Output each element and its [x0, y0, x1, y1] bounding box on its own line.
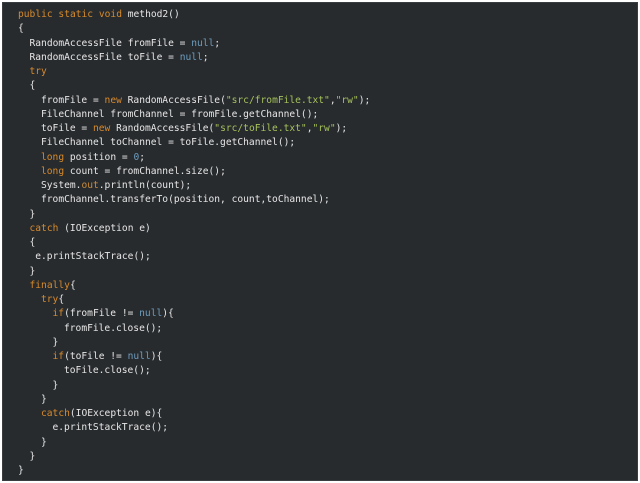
code-token: long [41, 151, 70, 163]
code-token: try [41, 294, 59, 305]
code-line[interactable]: finally{ [18, 279, 370, 293]
code-token: e.printStackTrace(); [52, 422, 169, 434]
code-line[interactable]: } [18, 379, 370, 393]
code-token: { [29, 80, 36, 92]
code-line[interactable]: RandomAccessFile toFile = null; [18, 51, 370, 65]
code-line[interactable]: try [18, 65, 370, 79]
code-line[interactable]: e.printStackTrace(); [18, 421, 370, 435]
code-token: ; [139, 151, 145, 163]
code-token: method2() [127, 9, 180, 20]
code-line[interactable]: } [18, 208, 370, 222]
code-token: position = [69, 151, 134, 163]
code-token: null [127, 351, 151, 362]
code-token: } [29, 265, 36, 277]
code-token: fromChannel.transferTo(position, count,t… [41, 194, 330, 206]
code-token: RandomAccessFile( [127, 94, 226, 106]
code-token: ; [202, 51, 209, 63]
code-token: .println(count); [98, 180, 192, 191]
code-token: RandomAccessFile( [116, 123, 215, 134]
code-token: { [18, 23, 24, 35]
code-line[interactable]: toFile.close(); [18, 364, 370, 378]
code-line[interactable]: } [18, 450, 370, 464]
code-token: FileChannel toChannel = toFile.getChanne… [41, 137, 296, 149]
code-line[interactable]: catch(IOException e){ [18, 407, 370, 421]
code-line[interactable]: try{ [18, 293, 370, 307]
code-line[interactable]: public static void method2() [18, 8, 370, 22]
code-line[interactable]: } [18, 464, 370, 478]
code-token: new [92, 123, 117, 134]
code-token: ){ [150, 351, 163, 362]
code-editor[interactable]: public static void method2(){RandomAcces… [2, 2, 638, 481]
code-token: } [18, 465, 24, 476]
code-line[interactable]: FileChannel fromChannel = fromFile.getCh… [18, 108, 370, 122]
code-token: RandomAccessFile toFile = [29, 51, 180, 63]
code-token: } [52, 336, 59, 348]
code-line[interactable]: if(fromFile != null){ [18, 307, 370, 321]
code-token: (fromFile != [64, 308, 140, 320]
code-token: count = fromChannel.size(); [69, 165, 226, 177]
code-token: out [81, 180, 99, 191]
code-line[interactable]: long count = fromChannel.size(); [18, 165, 370, 179]
code-token: null [139, 308, 163, 320]
code-line[interactable]: fromChannel.transferTo(position, count,t… [18, 193, 370, 207]
code-token: "rw" [312, 123, 336, 134]
code-token: System. [41, 180, 82, 191]
code-token: toFile.close(); [64, 365, 151, 377]
code-token: null [179, 51, 203, 63]
code-token: fromFile = [41, 94, 105, 106]
code-line[interactable]: RandomAccessFile fromFile = null; [18, 37, 370, 51]
code-token: "rw" [335, 94, 359, 106]
code-token: FileChannel fromChannel = fromFile.getCh… [41, 108, 319, 120]
code-line[interactable]: { [18, 236, 370, 250]
code-token: if [52, 308, 65, 320]
code-line[interactable]: } [18, 336, 370, 350]
code-line[interactable]: } [18, 393, 370, 407]
code-token: (IOException e) [64, 222, 151, 234]
code-token: ); [335, 123, 348, 134]
code-line[interactable]: { [18, 22, 370, 36]
code-line[interactable]: catch (IOException e) [18, 222, 370, 236]
code-line[interactable]: if(toFile != null){ [18, 350, 370, 364]
code-token: { [69, 279, 76, 291]
code-token: e.printStackTrace(); [35, 251, 151, 263]
code-token: null [191, 37, 215, 49]
code-line[interactable]: toFile = new RandomAccessFile("src/toFil… [18, 122, 370, 136]
code-line[interactable]: System.out.println(count); [18, 179, 370, 193]
code-token: } [29, 208, 36, 220]
code-token: "src/fromFile.txt" [225, 94, 330, 106]
code-token: "src/toFile.txt" [214, 123, 307, 134]
code-token: public static void [18, 9, 128, 20]
code-token: (toFile != [64, 351, 128, 362]
code-token: try [29, 66, 47, 77]
code-line[interactable]: FileChannel toChannel = toFile.getChanne… [18, 136, 370, 150]
code-token: long [41, 165, 70, 177]
code-token: catch [41, 408, 70, 419]
code-token: new [104, 94, 128, 106]
code-token: { [58, 294, 65, 305]
code-token: toFile = [41, 123, 93, 134]
code-token: ){ [162, 308, 174, 320]
code-token: { [29, 237, 36, 248]
code-token: } [29, 450, 36, 462]
code-token: fromFile.close(); [64, 322, 163, 334]
code-token: } [41, 393, 47, 405]
code-token: ); [358, 94, 371, 106]
code-token: RandomAccessFile fromFile = [29, 37, 192, 49]
code-token: if [52, 351, 65, 362]
code-token: catch [29, 222, 65, 234]
code-token: } [52, 379, 59, 391]
code-block[interactable]: public static void method2(){RandomAcces… [18, 8, 370, 478]
code-line[interactable]: } [18, 265, 370, 279]
code-token: (IOException e){ [69, 408, 163, 419]
code-token: ; [214, 37, 221, 49]
code-line[interactable]: long position = 0; [18, 151, 370, 165]
code-line[interactable]: e.printStackTrace(); [18, 250, 370, 264]
code-token: } [41, 436, 47, 448]
code-line[interactable]: } [18, 436, 370, 450]
code-line[interactable]: fromFile.close(); [18, 322, 370, 336]
code-line[interactable]: fromFile = new RandomAccessFile("src/fro… [18, 94, 370, 108]
code-line[interactable]: { [18, 79, 370, 93]
code-token: finally [29, 279, 70, 291]
